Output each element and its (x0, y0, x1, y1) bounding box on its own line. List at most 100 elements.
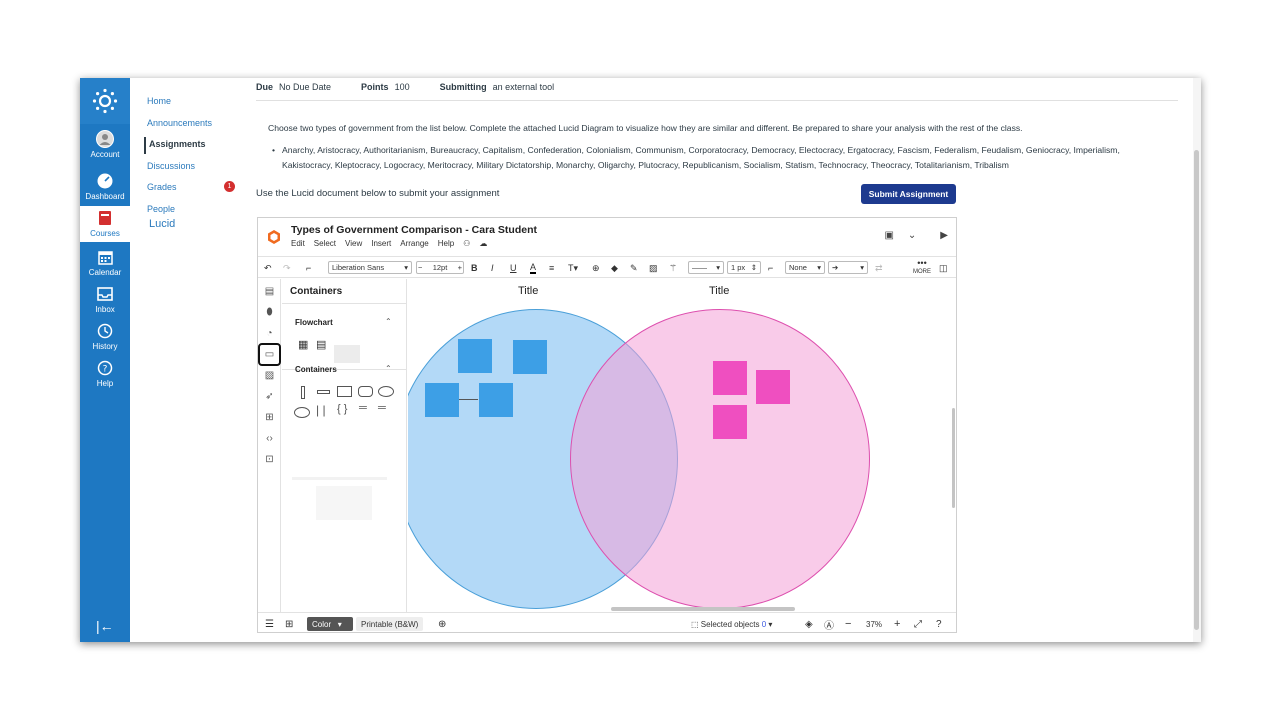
rounded-container-shape[interactable] (358, 386, 373, 397)
flowchart-section-label[interactable]: Flowchart (295, 318, 333, 327)
rectangle-container-shape[interactable] (337, 386, 352, 397)
format-painter-icon[interactable]: ⌐ (306, 261, 311, 275)
nav-account[interactable]: Account (80, 130, 130, 167)
line-style-select[interactable]: —— ▾ (688, 261, 724, 274)
nav-courses[interactable]: Courses (80, 206, 130, 242)
canvas-vertical-scrollbar[interactable] (952, 408, 955, 508)
help-icon[interactable]: ? (936, 617, 942, 631)
shapes-library-icon[interactable]: ▤ (263, 285, 276, 298)
collaborators-icon[interactable]: ⚇ (463, 239, 470, 248)
page-scrollbar-thumb[interactable] (1194, 150, 1199, 630)
course-nav-lucid[interactable]: Lucid (149, 218, 175, 230)
brace-shape-icon[interactable]: { } (337, 403, 347, 415)
pink-sticky-note[interactable] (756, 370, 790, 404)
lines-shape-icon[interactable]: ═ (359, 402, 367, 414)
blue-sticky-note[interactable] (479, 383, 513, 417)
canvas-horizontal-scrollbar[interactable] (611, 607, 795, 611)
zoom-level[interactable]: 37% (866, 617, 882, 631)
style-icon[interactable]: ▨ (649, 261, 658, 275)
course-nav-home[interactable]: Home (147, 96, 171, 106)
layers-icon[interactable]: ◈ (805, 617, 813, 631)
undo-icon[interactable]: ↶ (264, 261, 272, 275)
menu-edit[interactable]: Edit (291, 239, 305, 248)
nav-history[interactable]: History (80, 322, 130, 359)
comment-icon[interactable]: ▣ (884, 230, 893, 241)
panel-toggle-icon[interactable]: ◫ (939, 261, 948, 275)
horizontal-pool-shape[interactable] (317, 390, 330, 394)
line-end-select[interactable]: ➔ ▾ (828, 261, 868, 274)
bracket-shape-icon[interactable]: | | (316, 403, 326, 417)
more-button[interactable]: ••• MORE (913, 259, 931, 276)
printable-tab[interactable]: Printable (B&W) (356, 617, 424, 631)
decrease-font-icon[interactable]: − (418, 263, 422, 272)
redo-icon[interactable]: ↷ (283, 261, 291, 275)
submit-assignment-button[interactable]: Submit Assignment (861, 184, 956, 204)
nav-help[interactable]: ? Help (80, 359, 130, 396)
blue-sticky-note[interactable] (458, 339, 492, 373)
nav-dashboard[interactable]: Dashboard (80, 172, 130, 209)
course-nav-people[interactable]: People (147, 204, 175, 214)
menu-help[interactable]: Help (438, 239, 454, 248)
connector-line[interactable] (459, 399, 478, 400)
italic-icon[interactable]: I (491, 261, 494, 275)
swap-icon[interactable]: ⇄ (875, 261, 883, 275)
chevron-down-icon[interactable]: ⌄ (908, 230, 916, 241)
menu-view[interactable]: View (345, 239, 362, 248)
underline-icon[interactable]: U (510, 261, 517, 275)
table-shape-icon[interactable]: ▦ (298, 338, 308, 351)
text-color-icon[interactable]: A (530, 261, 537, 274)
chevron-up-icon[interactable]: ⌃ (385, 364, 392, 373)
ellipse-container-shape[interactable] (378, 386, 394, 397)
color-tab[interactable]: Color ▾ (307, 617, 353, 631)
drop-icon[interactable]: ⬮ (263, 306, 276, 319)
circle-container-shape[interactable] (294, 407, 310, 418)
shape-icon[interactable]: ⊕ (592, 261, 600, 275)
line-start-select[interactable]: None ▾ (785, 261, 825, 274)
nav-calendar[interactable]: Calendar (80, 248, 130, 285)
fit-screen-icon[interactable]: ⤢ (914, 617, 922, 631)
course-nav-assignments[interactable]: Assignments (144, 137, 206, 154)
font-select[interactable]: Liberation Sans ▾ (328, 261, 412, 274)
add-frame-icon[interactable]: ⊞ (263, 411, 276, 424)
nav-inbox[interactable]: Inbox (80, 285, 130, 322)
text-options-icon[interactable]: T▾ (568, 261, 578, 275)
course-nav-announcements[interactable]: Announcements (147, 118, 212, 128)
page-grid-icon[interactable]: ⊞ (285, 617, 293, 631)
present-icon[interactable]: ▶ (940, 230, 948, 241)
pink-sticky-note[interactable] (713, 361, 747, 395)
shape-search-icon[interactable]: ◔ (263, 327, 276, 340)
menu-insert[interactable]: Insert (371, 239, 391, 248)
add-page-icon[interactable]: ⊕ (438, 617, 446, 631)
rocket-icon[interactable]: ➶ (263, 390, 276, 403)
menu-arrange[interactable]: Arrange (400, 239, 428, 248)
blue-sticky-note[interactable] (513, 340, 547, 374)
selected-rail-item-highlight[interactable] (258, 343, 281, 366)
pink-sticky-note[interactable] (713, 405, 747, 439)
course-nav-discussions[interactable]: Discussions (147, 161, 195, 171)
line-color-icon[interactable]: ✎ (630, 261, 638, 275)
increase-font-icon[interactable]: + (458, 263, 462, 272)
zoom-out-icon[interactable]: − (845, 617, 851, 631)
bold-icon[interactable]: B (471, 261, 478, 275)
venn-right-circle[interactable] (570, 309, 870, 609)
right-circle-title[interactable]: Title (709, 285, 729, 297)
course-nav-grades[interactable]: Grades (147, 182, 177, 192)
fill-color-icon[interactable]: ◆ (611, 261, 618, 275)
list-shape-icon[interactable]: ▤ (316, 338, 326, 351)
menu-select[interactable]: Select (314, 239, 336, 248)
page-list-icon[interactable]: ☰ (265, 617, 274, 631)
diagram-canvas[interactable]: Title Title (408, 279, 956, 612)
image-icon[interactable]: ▨ (263, 369, 276, 382)
selected-objects-control[interactable]: ⬚ Selected objects 0 ▾ (691, 617, 772, 631)
document-title[interactable]: Types of Government Comparison - Cara St… (291, 224, 537, 236)
dashed-lines-shape-icon[interactable]: ═ (378, 402, 386, 414)
left-circle-title[interactable]: Title (518, 285, 538, 297)
code-icon[interactable]: ‹› (263, 432, 276, 445)
vertical-pool-shape[interactable] (301, 386, 305, 399)
data-import-icon[interactable]: ⊡ (263, 453, 276, 466)
accessibility-icon[interactable]: Ⓐ (824, 617, 834, 632)
canvas-logo-icon[interactable] (80, 78, 130, 124)
collapse-nav-icon[interactable]: |← (96, 618, 114, 634)
line-shape-icon[interactable]: ⌐ (768, 261, 773, 275)
font-size-stepper[interactable]: − 12pt + (416, 261, 464, 274)
